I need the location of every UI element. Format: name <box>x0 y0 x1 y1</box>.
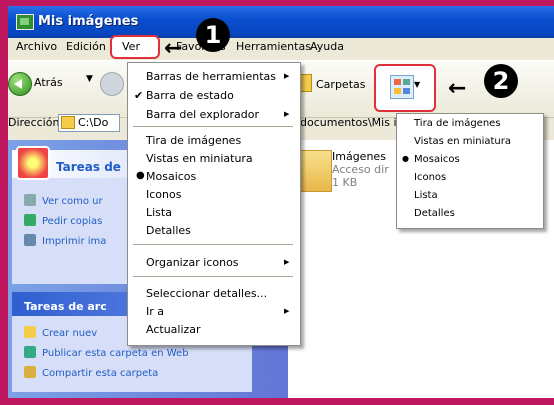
submenu-arrow-icon: ▶ <box>284 72 290 80</box>
folders-button-label[interactable]: Carpetas <box>316 78 365 91</box>
views-item-details[interactable]: Detalles <box>414 208 455 219</box>
forward-arrow-icon[interactable] <box>100 72 124 96</box>
menu-ayuda[interactable]: Ayuda <box>310 40 344 53</box>
back-arrow-icon[interactable] <box>8 72 32 96</box>
menu-archivo[interactable]: Archivo <box>16 40 57 53</box>
task-link-print[interactable]: Imprimir ima <box>42 236 106 247</box>
menu-edicion[interactable]: Edición <box>66 40 106 53</box>
item-type: Acceso dir <box>332 163 389 176</box>
address-folder-icon <box>61 116 75 129</box>
task-link-order[interactable]: Pedir copias <box>42 216 102 227</box>
menu-item-details[interactable]: Detalles <box>146 224 191 237</box>
menu-separator <box>133 276 293 277</box>
address-path[interactable]: documentos\Mis ir <box>300 116 401 129</box>
callout-arrow-icon: ← <box>448 76 467 101</box>
title-bar: Mis imágenes <box>8 6 554 38</box>
menu-item-tiles[interactable]: Mosaicos <box>146 170 196 183</box>
radio-dot-icon: ● <box>136 170 145 181</box>
task-link-share[interactable]: Compartir esta carpeta <box>42 368 158 379</box>
order-prints-icon <box>24 214 36 226</box>
address-label: Dirección <box>8 116 60 129</box>
views-icon[interactable] <box>390 75 414 99</box>
menu-item-list[interactable]: Lista <box>146 206 172 219</box>
menu-separator <box>133 244 293 245</box>
menu-item-choose-details[interactable]: Seleccionar detalles... <box>146 287 267 300</box>
submenu-arrow-icon: ▶ <box>284 110 290 118</box>
views-item-filmstrip[interactable]: Tira de imágenes <box>414 118 501 129</box>
menu-herramientas[interactable]: Herramientas <box>236 40 311 53</box>
window-title: Mis imágenes <box>38 14 139 29</box>
back-dropdown-icon[interactable]: ▼ <box>86 74 93 84</box>
callout-badge-1: 1 <box>196 18 230 52</box>
outer-frame-bottom <box>0 398 554 405</box>
window-icon <box>16 14 34 30</box>
callout-badge-2: 2 <box>484 64 518 98</box>
submenu-arrow-icon: ▶ <box>284 307 290 315</box>
views-item-tiles[interactable]: Mosaicos <box>414 154 460 165</box>
menu-ver[interactable]: Ver <box>122 40 140 53</box>
ver-dropdown-menu <box>127 62 301 346</box>
views-item-list[interactable]: Lista <box>414 190 438 201</box>
item-size: 1 KB <box>332 176 358 189</box>
menu-item-arrange-icons[interactable]: Organizar iconos <box>146 256 239 269</box>
radio-dot-icon: ● <box>402 154 409 163</box>
folder-shortcut-icon[interactable] <box>300 150 332 192</box>
views-item-icons[interactable]: Iconos <box>414 172 446 183</box>
views-dropdown-icon[interactable]: ▼ <box>414 80 420 89</box>
menu-item-refresh[interactable]: Actualizar <box>146 323 201 336</box>
camera-icon <box>16 146 50 180</box>
views-item-thumbnails[interactable]: Vistas en miniatura <box>414 136 511 147</box>
item-name[interactable]: Imágenes <box>332 150 386 163</box>
task-panel-files-title[interactable]: Tareas de arc <box>24 300 107 313</box>
menu-item-statusbar[interactable]: Barra de estado <box>146 89 234 102</box>
checkmark-icon: ✔ <box>134 89 144 102</box>
menu-item-thumbnails[interactable]: Vistas en miniatura <box>146 152 253 165</box>
menu-item-explorer-bar[interactable]: Barra del explorador <box>146 108 259 121</box>
printer-icon <box>24 234 36 246</box>
menu-item-icons[interactable]: Iconos <box>146 188 181 201</box>
slideshow-icon <box>24 194 36 206</box>
task-link-view[interactable]: Ver como ur <box>42 196 103 207</box>
new-folder-icon <box>24 326 36 338</box>
task-panel-title[interactable]: Tareas de <box>56 160 121 174</box>
publish-web-icon <box>24 346 36 358</box>
submenu-arrow-icon: ▶ <box>284 258 290 266</box>
share-folder-icon <box>24 366 36 378</box>
menu-separator <box>133 126 293 127</box>
back-button-label[interactable]: Atrás <box>34 76 63 89</box>
task-link-publish[interactable]: Publicar esta carpeta en Web <box>42 348 189 359</box>
menu-item-go-to[interactable]: Ir a <box>146 305 164 318</box>
callout-arrow-icon: ← <box>164 36 183 61</box>
address-text[interactable]: C:\Do <box>78 116 108 129</box>
menu-item-filmstrip[interactable]: Tira de imágenes <box>146 134 241 147</box>
task-link-new-folder[interactable]: Crear nuev <box>42 328 97 339</box>
menu-item-toolbars[interactable]: Barras de herramientas <box>146 70 276 83</box>
